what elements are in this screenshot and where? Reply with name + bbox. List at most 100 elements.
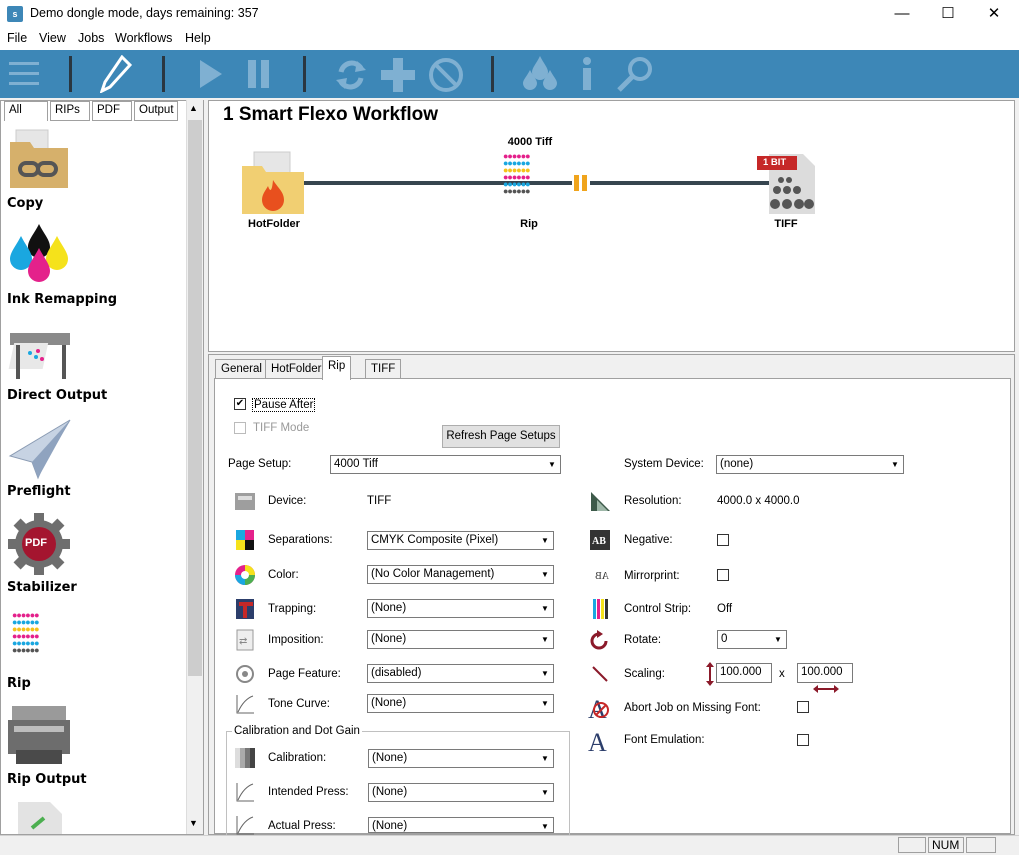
- intended-press-curve-icon: [236, 783, 254, 802]
- abort-missing-font-label: Abort Job on Missing Font:: [624, 702, 761, 714]
- calibration-select[interactable]: (None) ▼: [368, 749, 554, 768]
- tone-curve-select[interactable]: (None) ▼: [367, 694, 554, 713]
- imposition-select[interactable]: (None) ▼: [367, 630, 554, 649]
- page-feature-value: (disabled): [371, 667, 422, 679]
- rotate-select[interactable]: 0 ▼: [717, 630, 787, 649]
- refresh-page-setups-button[interactable]: Refresh Page Setups: [442, 425, 560, 448]
- tab-rip[interactable]: Rip: [322, 356, 352, 380]
- separations-icon: [236, 530, 254, 550]
- toolbar-separator: [491, 56, 494, 92]
- mirrorprint-checkbox[interactable]: [717, 569, 729, 581]
- tab-output[interactable]: Output: [134, 101, 178, 121]
- tab-tiff[interactable]: TIFF: [365, 359, 402, 379]
- tone-curve-value: (None): [371, 697, 407, 709]
- color-select[interactable]: (No Color Management) ▼: [367, 565, 554, 584]
- toolbar-separator: [303, 56, 306, 92]
- system-device-select[interactable]: (none) ▼: [716, 455, 904, 474]
- tab-rips[interactable]: RIPs: [50, 101, 90, 121]
- page-feature-select[interactable]: (disabled) ▼: [367, 664, 554, 683]
- tool-label-stabilizer: Stabilizer: [7, 580, 77, 595]
- folder-link-icon[interactable]: [8, 128, 70, 192]
- mirrorprint-icon: AB: [595, 571, 609, 582]
- ink-drops-icon[interactable]: [7, 222, 71, 288]
- close-button[interactable]: ✕: [971, 0, 1017, 28]
- chevron-down-icon: ▼: [541, 669, 549, 678]
- play-icon[interactable]: [198, 58, 224, 90]
- scaling-x-input[interactable]: 100.000: [716, 663, 772, 683]
- cancel-icon[interactable]: [428, 57, 464, 93]
- pause-after-label: Pause After: [252, 398, 316, 412]
- trapping-label: Trapping:: [268, 603, 317, 615]
- node-label-rip: Rip: [520, 218, 538, 230]
- device-icon: [235, 493, 255, 510]
- font-emulation-checkbox[interactable]: [797, 734, 809, 746]
- svg-text:⇄: ⇄: [239, 636, 247, 647]
- svg-text:A: A: [588, 728, 607, 755]
- page-setup-select[interactable]: 4000 Tiff ▼: [330, 455, 561, 474]
- search-icon[interactable]: [616, 55, 654, 93]
- refresh-icon[interactable]: [333, 58, 369, 92]
- pause-after-icon[interactable]: [572, 174, 590, 192]
- tab-general[interactable]: General: [215, 359, 268, 379]
- maximize-button[interactable]: ☐: [925, 0, 971, 28]
- halftone-dots-icon[interactable]: ●●●●●● ●●●●●● ●●●●●● ●●●●●● ●●●●●● ●●●●●●: [503, 153, 555, 205]
- menu-jobs[interactable]: Jobs: [78, 31, 104, 45]
- menu-help[interactable]: Help: [185, 31, 211, 45]
- imposition-value: (None): [371, 633, 407, 645]
- ink-drops-icon[interactable]: [520, 54, 560, 94]
- tone-curve-label: Tone Curve:: [268, 698, 331, 710]
- system-device-label: System Device:: [624, 458, 704, 470]
- add-icon[interactable]: [380, 57, 416, 93]
- toolbar-separator: [162, 56, 165, 92]
- status-cell-empty: [966, 837, 996, 853]
- paper-plane-icon[interactable]: [8, 418, 72, 480]
- horizontal-arrow-icon: [813, 685, 839, 693]
- hotfolder-fire-icon[interactable]: [240, 150, 306, 216]
- node-label-hotfolder: HotFolder: [248, 218, 300, 230]
- tiff-mode-checkbox[interactable]: [234, 422, 246, 434]
- chevron-down-icon: ▼: [891, 460, 899, 469]
- wide-printer-icon[interactable]: [8, 325, 72, 383]
- tool-label-direct-output: Direct Output: [7, 388, 108, 403]
- scroll-up-arrow-icon[interactable]: ▲: [189, 103, 198, 113]
- pause-after-checkbox[interactable]: ✔: [234, 398, 246, 410]
- separations-select[interactable]: CMYK Composite (Pixel) ▼: [367, 531, 554, 550]
- menu-workflows[interactable]: Workflows: [115, 31, 172, 45]
- chevron-down-icon: ▼: [541, 699, 549, 708]
- hamburger-icon[interactable]: [8, 58, 40, 90]
- actual-press-select[interactable]: (None) ▼: [368, 817, 554, 833]
- chevron-down-icon: ▼: [541, 822, 549, 831]
- scroll-down-arrow-icon[interactable]: ▼: [189, 818, 198, 828]
- info-icon[interactable]: [578, 56, 596, 92]
- page-setup-label: Page Setup:: [228, 458, 292, 470]
- tab-pdf[interactable]: PDF: [92, 101, 132, 121]
- workflow-title: 1 Smart Flexo Workflow: [223, 104, 439, 125]
- pause-icon[interactable]: [246, 58, 272, 90]
- negative-checkbox[interactable]: [717, 534, 729, 546]
- pencil-icon[interactable]: [100, 55, 132, 93]
- system-device-value: (none): [720, 458, 754, 470]
- chevron-down-icon: ▼: [541, 635, 549, 644]
- menu-file[interactable]: File: [7, 31, 27, 45]
- menu-view[interactable]: View: [39, 31, 66, 45]
- scaling-y-input[interactable]: 100.000: [797, 663, 853, 683]
- actual-press-value: (None): [372, 820, 408, 832]
- calibration-label: Calibration:: [268, 752, 327, 764]
- trapping-select[interactable]: (None) ▼: [367, 599, 554, 618]
- printer-icon[interactable]: [6, 704, 72, 768]
- resolution-label: Resolution:: [624, 495, 682, 507]
- minimize-button[interactable]: —: [879, 0, 925, 28]
- tab-hotfolder[interactable]: HotFolder: [265, 359, 328, 379]
- document-arrow-icon[interactable]: [16, 800, 64, 834]
- scrollbar-thumb[interactable]: [188, 120, 202, 676]
- chevron-down-icon: ▼: [541, 536, 549, 545]
- halftone-dots-icon[interactable]: ●●●●●● ●●●●●● ●●●●●● ●●●●●● ●●●●●● ●●●●●●: [12, 612, 64, 664]
- tone-curve-icon: [236, 695, 254, 714]
- abort-missing-font-checkbox[interactable]: [797, 701, 809, 713]
- tab-all[interactable]: All: [4, 101, 48, 121]
- intended-press-select[interactable]: (None) ▼: [368, 783, 554, 802]
- calibration-icon: [235, 748, 255, 768]
- rotate-value: 0: [721, 633, 728, 645]
- tiff-mode-label: TIFF Mode: [253, 422, 310, 434]
- tool-label-copy: Copy: [7, 196, 44, 211]
